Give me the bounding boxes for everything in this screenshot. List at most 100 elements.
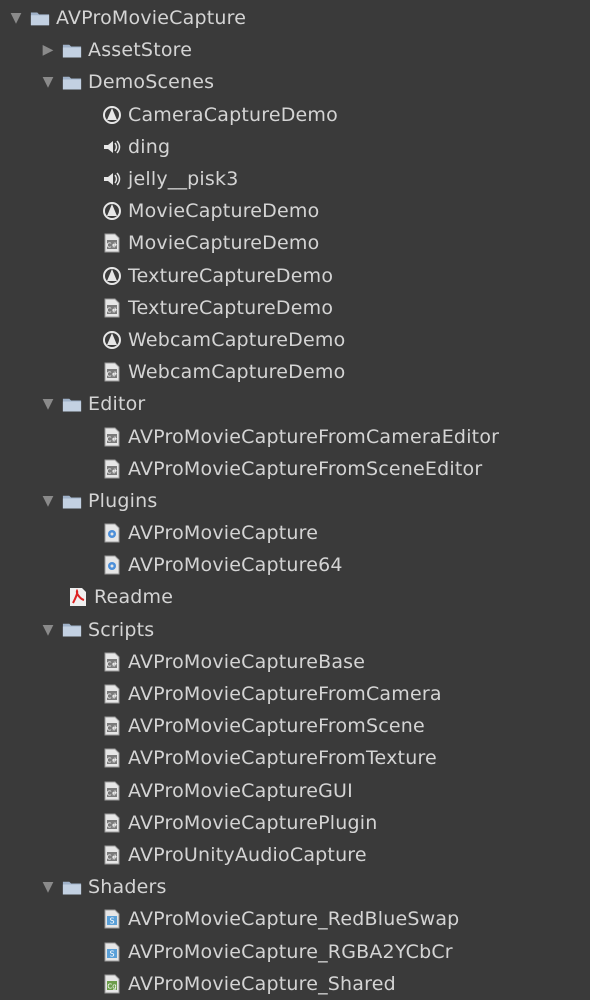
svg-text:C#: C# bbox=[107, 757, 118, 765]
tree-item-label: AVProMovieCaptureFromScene bbox=[128, 715, 425, 738]
tree-item-label: AVProMovieCapture bbox=[128, 522, 319, 545]
svg-text:C#: C# bbox=[107, 853, 118, 861]
svg-text:C#: C# bbox=[107, 467, 118, 475]
svg-text:C#: C# bbox=[107, 371, 118, 379]
tree-item-label: CameraCaptureDemo bbox=[128, 103, 338, 126]
tree-item-label: Shaders bbox=[88, 876, 167, 899]
svg-text:C#: C# bbox=[107, 725, 118, 733]
tree-file-item[interactable]: ding bbox=[0, 131, 590, 163]
csharp-script-icon: C# bbox=[102, 845, 122, 865]
tree-item-label: AVProMovieCaptureFromCameraEditor bbox=[128, 425, 500, 448]
tree-item-label: AVProMovieCapture64 bbox=[128, 554, 343, 577]
tree-item-label: Scripts bbox=[88, 618, 155, 641]
tree-file-item[interactable]: C# MovieCaptureDemo bbox=[0, 227, 590, 259]
folder-icon bbox=[62, 72, 82, 92]
audio-icon bbox=[102, 137, 122, 157]
shader-icon: S bbox=[102, 909, 122, 929]
svg-text:C#: C# bbox=[107, 306, 118, 314]
tree-item-label: AVProMovieCaptureFromTexture bbox=[128, 747, 437, 770]
svg-text:C#: C# bbox=[107, 435, 118, 443]
tree-file-item[interactable]: C# AVProMovieCapturePlugin bbox=[0, 807, 590, 839]
tree-item-label: AssetStore bbox=[88, 39, 193, 62]
folder-icon bbox=[62, 40, 82, 60]
csharp-script-icon: C# bbox=[102, 233, 122, 253]
expand-arrow-icon[interactable]: ▼ bbox=[40, 74, 56, 90]
tree-folder-item[interactable]: ▼ Shaders bbox=[0, 871, 590, 903]
plugin-dll-icon bbox=[102, 555, 122, 575]
csharp-script-icon: C# bbox=[102, 716, 122, 736]
tree-file-item[interactable]: TextureCaptureDemo bbox=[0, 260, 590, 292]
tree-item-label: jelly__pisk3 bbox=[128, 168, 239, 191]
expand-arrow-icon[interactable]: ▼ bbox=[40, 396, 56, 412]
tree-folder-item[interactable]: ▼ Plugins bbox=[0, 485, 590, 517]
tree-item-label: Readme bbox=[94, 586, 174, 609]
tree-item-label: AVProMovieCaptureGUI bbox=[128, 779, 353, 802]
tree-item-label: Plugins bbox=[88, 489, 158, 512]
tree-file-item[interactable]: C# WebcamCaptureDemo bbox=[0, 356, 590, 388]
tree-item-label: TextureCaptureDemo bbox=[128, 264, 334, 287]
csharp-script-icon: C# bbox=[102, 362, 122, 382]
tree-item-label: AVProMovieCapture_RGBA2YCbCr bbox=[128, 940, 453, 963]
svg-text:S: S bbox=[109, 949, 114, 958]
tree-item-label: WebcamCaptureDemo bbox=[128, 328, 346, 351]
tree-file-item[interactable]: C# AVProMovieCaptureFromTexture bbox=[0, 742, 590, 774]
csharp-script-icon: C# bbox=[102, 459, 122, 479]
svg-text:C#: C# bbox=[107, 821, 118, 829]
plugin-dll-icon bbox=[102, 523, 122, 543]
tree-item-label: Editor bbox=[88, 393, 146, 416]
tree-root[interactable]: ▼ AVProMovieCapture bbox=[0, 2, 590, 34]
expand-arrow-icon[interactable]: ▼ bbox=[8, 10, 24, 26]
tree-file-item[interactable]: MovieCaptureDemo bbox=[0, 195, 590, 227]
tree-file-item[interactable]: S AVProMovieCapture_RedBlueSwap bbox=[0, 903, 590, 935]
csharp-script-icon: C# bbox=[102, 298, 122, 318]
tree-file-item[interactable]: CameraCaptureDemo bbox=[0, 99, 590, 131]
tree-file-item[interactable]: AVProMovieCapture64 bbox=[0, 549, 590, 581]
csharp-script-icon: C# bbox=[102, 813, 122, 833]
tree-folder-item[interactable]: ▼ Editor bbox=[0, 388, 590, 420]
tree-file-item[interactable]: WebcamCaptureDemo bbox=[0, 324, 590, 356]
tree-item-label: AVProMovieCaptureFromSceneEditor bbox=[128, 457, 483, 480]
shader-icon: S bbox=[102, 942, 122, 962]
tree-file-item[interactable]: Cg AVProMovieCapture_Shared bbox=[0, 968, 590, 1000]
tree-file-item[interactable]: jelly__pisk3 bbox=[0, 163, 590, 195]
unity-scene-icon bbox=[102, 266, 122, 286]
tree-file-item[interactable]: C# AVProMovieCaptureFromSceneEditor bbox=[0, 453, 590, 485]
svg-text:C#: C# bbox=[107, 660, 118, 668]
csharp-script-icon: C# bbox=[102, 684, 122, 704]
svg-text:Cg: Cg bbox=[107, 982, 116, 990]
tree-file-item[interactable]: C# AVProUnityAudioCapture bbox=[0, 839, 590, 871]
tree-file-item[interactable]: C# AVProMovieCaptureBase bbox=[0, 646, 590, 678]
folder-icon bbox=[62, 620, 82, 640]
tree-item-label: AVProMovieCapture bbox=[56, 7, 247, 30]
tree-file-item[interactable]: S AVProMovieCapture_RGBA2YCbCr bbox=[0, 935, 590, 967]
csharp-script-icon: C# bbox=[102, 652, 122, 672]
tree-item-label: AVProMovieCapture_RedBlueSwap bbox=[128, 908, 460, 931]
svg-text:C#: C# bbox=[107, 693, 118, 701]
tree-folder-item[interactable]: ▼ Scripts bbox=[0, 614, 590, 646]
collapse-arrow-icon[interactable]: ▶ bbox=[40, 42, 56, 58]
tree-folder-item[interactable]: ▶ AssetStore bbox=[0, 34, 590, 66]
audio-icon bbox=[102, 169, 122, 189]
csharp-script-icon: C# bbox=[102, 781, 122, 801]
tree-item-label: AVProMovieCapture_Shared bbox=[128, 972, 396, 995]
tree-item-label: MovieCaptureDemo bbox=[128, 200, 320, 223]
svg-text:S: S bbox=[109, 917, 114, 926]
cg-include-icon: Cg bbox=[102, 974, 122, 994]
tree-file-item[interactable]: C# AVProMovieCaptureFromCamera bbox=[0, 678, 590, 710]
svg-text:C#: C# bbox=[107, 789, 118, 797]
folder-icon bbox=[62, 491, 82, 511]
tree-item-label: ding bbox=[128, 135, 171, 158]
tree-file-item[interactable]: AVProMovieCapture bbox=[0, 517, 590, 549]
tree-item-label: MovieCaptureDemo bbox=[128, 232, 320, 255]
expand-arrow-icon[interactable]: ▼ bbox=[40, 622, 56, 638]
tree-file-item[interactable]: C# AVProMovieCaptureGUI bbox=[0, 775, 590, 807]
tree-file-item[interactable]: Readme bbox=[0, 581, 590, 613]
tree-file-item[interactable]: C# TextureCaptureDemo bbox=[0, 292, 590, 324]
tree-file-item[interactable]: C# AVProMovieCaptureFromCameraEditor bbox=[0, 420, 590, 452]
tree-folder-item[interactable]: ▼ DemoScenes bbox=[0, 66, 590, 98]
expand-arrow-icon[interactable]: ▼ bbox=[40, 879, 56, 895]
tree-file-item[interactable]: C# AVProMovieCaptureFromScene bbox=[0, 710, 590, 742]
tree-item-label: DemoScenes bbox=[88, 71, 215, 94]
expand-arrow-icon[interactable]: ▼ bbox=[40, 493, 56, 509]
pdf-icon bbox=[68, 587, 88, 607]
